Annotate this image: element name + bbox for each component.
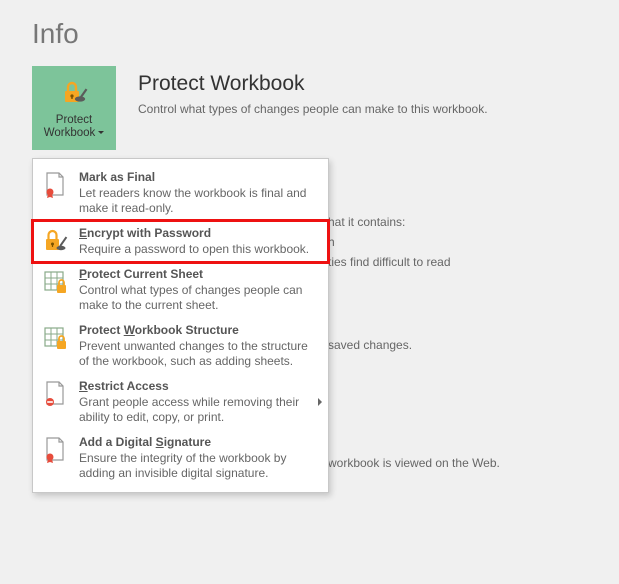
menu-item-protect-workbook-structure[interactable]: Protect Workbook Structure Prevent unwan…	[33, 318, 328, 374]
menu-item-desc: Ensure the integrity of the workbook by …	[79, 451, 318, 481]
menu-item-title: Add a Digital Signature	[79, 435, 318, 450]
submenu-arrow-icon	[318, 398, 322, 406]
menu-item-protect-current-sheet[interactable]: Protect Current Sheet Control what types…	[33, 262, 328, 318]
document-restrict-icon	[41, 379, 69, 409]
menu-item-encrypt-with-password[interactable]: Encrypt with Password Require a password…	[33, 221, 328, 262]
background-text: h	[328, 235, 335, 249]
menu-item-desc: Control what types of changes people can…	[79, 283, 318, 313]
workbook-lock-icon	[41, 323, 69, 353]
menu-item-desc: Prevent unwanted changes to the structur…	[79, 339, 318, 369]
document-signature-icon	[41, 435, 69, 465]
menu-item-title: Protect Current Sheet	[79, 267, 318, 282]
lock-key-icon	[41, 226, 69, 256]
background-text: hat it contains:	[328, 215, 405, 229]
sheet-lock-icon	[41, 267, 69, 297]
protect-workbook-label: Protect Workbook	[40, 114, 109, 140]
section-description: Control what types of changes people can…	[138, 102, 488, 116]
protect-workbook-menu: Mark as Final Let readers know the workb…	[32, 158, 329, 493]
menu-item-desc: Let readers know the workbook is final a…	[79, 186, 318, 216]
background-text: ties find difficult to read	[328, 255, 451, 269]
menu-item-mark-as-final[interactable]: Mark as Final Let readers know the workb…	[33, 165, 328, 221]
document-ribbon-icon	[41, 170, 69, 200]
chevron-down-icon	[98, 131, 104, 134]
background-text: saved changes.	[328, 338, 412, 352]
menu-item-title: Protect Workbook Structure	[79, 323, 318, 338]
background-text: workbook is viewed on the Web.	[328, 456, 500, 470]
menu-item-desc: Require a password to open this workbook…	[79, 242, 318, 257]
page-title: Info	[0, 0, 619, 66]
menu-item-desc: Grant people access while removing their…	[79, 395, 318, 425]
section-heading: Protect Workbook	[138, 72, 488, 96]
menu-item-title: Encrypt with Password	[79, 226, 318, 241]
menu-item-add-digital-signature[interactable]: Add a Digital Signature Ensure the integ…	[33, 430, 328, 486]
protect-workbook-button[interactable]: Protect Workbook	[32, 66, 116, 150]
menu-item-restrict-access[interactable]: Restrict Access Grant people access whil…	[33, 374, 328, 430]
menu-item-title: Mark as Final	[79, 170, 318, 185]
menu-item-title: Restrict Access	[79, 379, 318, 394]
lock-shield-icon	[59, 76, 89, 110]
